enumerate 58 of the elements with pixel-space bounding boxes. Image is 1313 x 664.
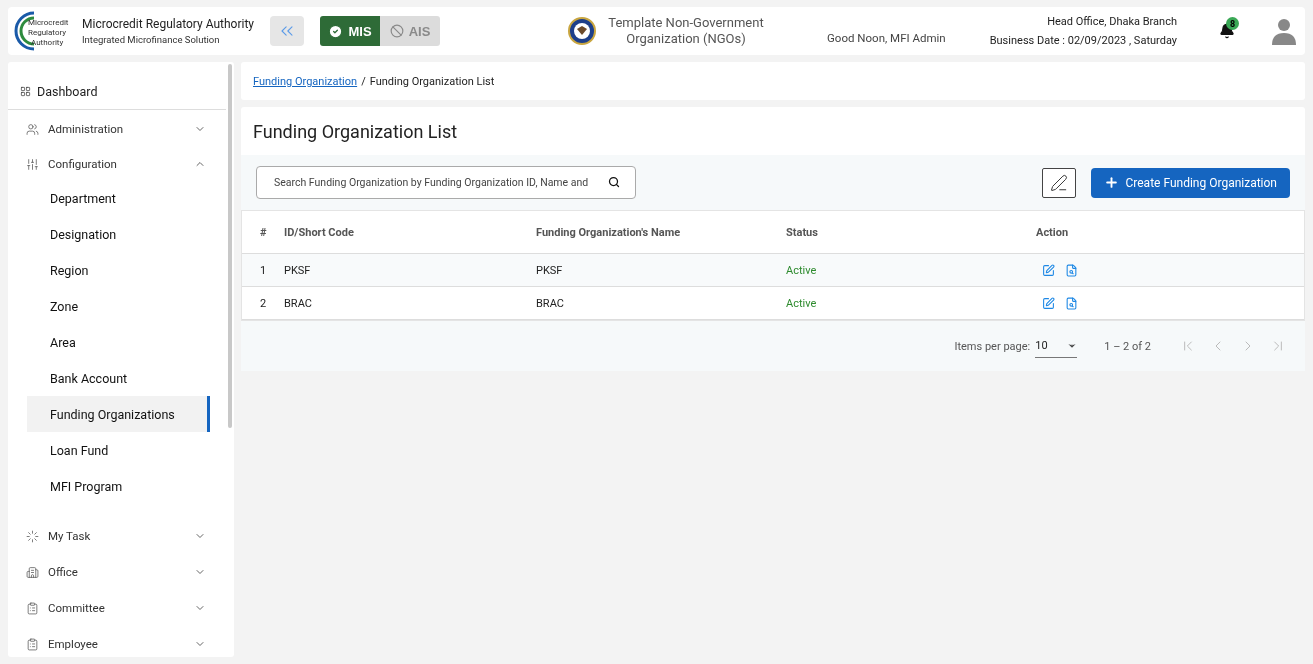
module-toggle[interactable]: MIS — [320, 16, 380, 46]
check-circle-icon — [328, 23, 344, 39]
search-field[interactable]: Search Funding Organization by Funding Organization ID, Name and — [256, 166, 636, 199]
page-size-select[interactable]: 10 — [1035, 334, 1078, 358]
search-icon — [608, 176, 620, 188]
breadcrumb-link[interactable]: Funding Organization — [253, 74, 358, 88]
column-edit-button[interactable] — [1042, 167, 1077, 198]
table-cell: 1 — [242, 254, 284, 287]
office-name: Head Office, Dhaka Branch — [1047, 15, 1177, 28]
edit-button[interactable] — [1042, 296, 1055, 310]
sidebar-item[interactable]: Area — [27, 324, 210, 360]
users-icon — [26, 122, 39, 136]
sidebar-group[interactable]: Administration — [8, 110, 234, 148]
items-per-page-label: Items per page: — [954, 339, 1031, 353]
sidebar-item[interactable]: Funding Organizations — [27, 396, 210, 432]
sidebar-group[interactable]: Office — [8, 554, 234, 590]
sidebar-item[interactable]: Designation — [27, 216, 210, 252]
sidebar-group[interactable]: Committee — [8, 590, 234, 626]
sidebar-item[interactable]: Region — [27, 252, 210, 288]
dashboard-link[interactable]: Dashboard — [8, 62, 226, 110]
pen-lines-icon — [1050, 173, 1069, 192]
grid-icon — [20, 86, 31, 97]
app-subtitle: Integrated Microfinance Solution — [82, 34, 221, 45]
sidebar-group[interactable]: Employee — [8, 626, 234, 657]
greeting-text: Good Noon, MFI Admin — [827, 31, 946, 45]
app-title: Microcredit Regulatory Authority — [82, 17, 256, 31]
sidebar-item[interactable]: Department — [27, 180, 210, 216]
table-cell: PKSF — [284, 254, 536, 287]
business-date: Business Date : 02/09/2023 , Saturday — [989, 34, 1177, 47]
edit-button[interactable] — [1042, 263, 1055, 277]
sidebar-item[interactable]: Bank Account — [27, 360, 210, 396]
view-button[interactable] — [1065, 296, 1078, 310]
user-avatar-icon[interactable] — [1271, 17, 1297, 45]
blocked-icon — [389, 24, 404, 38]
sidebar-group[interactable]: Configuration — [8, 148, 234, 180]
sidebar-group[interactable]: My Task — [8, 518, 234, 554]
sidebar-item[interactable]: Loan Fund — [27, 432, 210, 468]
authority-logo: Microcredit Regulatory Authority — [14, 9, 78, 53]
breadcrumb-current: Funding Organization List — [369, 74, 495, 88]
clipboard-icon — [26, 601, 39, 615]
plus-icon — [1104, 175, 1120, 190]
seal-icon — [568, 17, 596, 45]
spinner-icon — [26, 529, 39, 543]
status-cell: Active — [786, 254, 1036, 287]
view-button[interactable] — [1065, 263, 1078, 277]
table-cell: PKSF — [536, 254, 786, 287]
breadcrumb-separator: / — [361, 74, 366, 88]
notification-badge: 8 — [1226, 17, 1239, 30]
sidebar-item[interactable]: MFI Program — [27, 468, 210, 504]
sidebar-item[interactable]: Zone — [27, 288, 210, 324]
sliders-icon — [26, 157, 39, 171]
organization-name: Template Non-Government Organization (NGOs) — [607, 15, 765, 47]
page-title: Funding Organization List — [252, 120, 459, 144]
building-icon — [26, 565, 39, 579]
clipboard-icon — [26, 637, 39, 651]
create-button[interactable]: Create Funding Organization — [1091, 167, 1290, 198]
page-range: 1 – 2 of 2 — [1104, 339, 1151, 353]
scrollbar[interactable] — [228, 64, 232, 428]
